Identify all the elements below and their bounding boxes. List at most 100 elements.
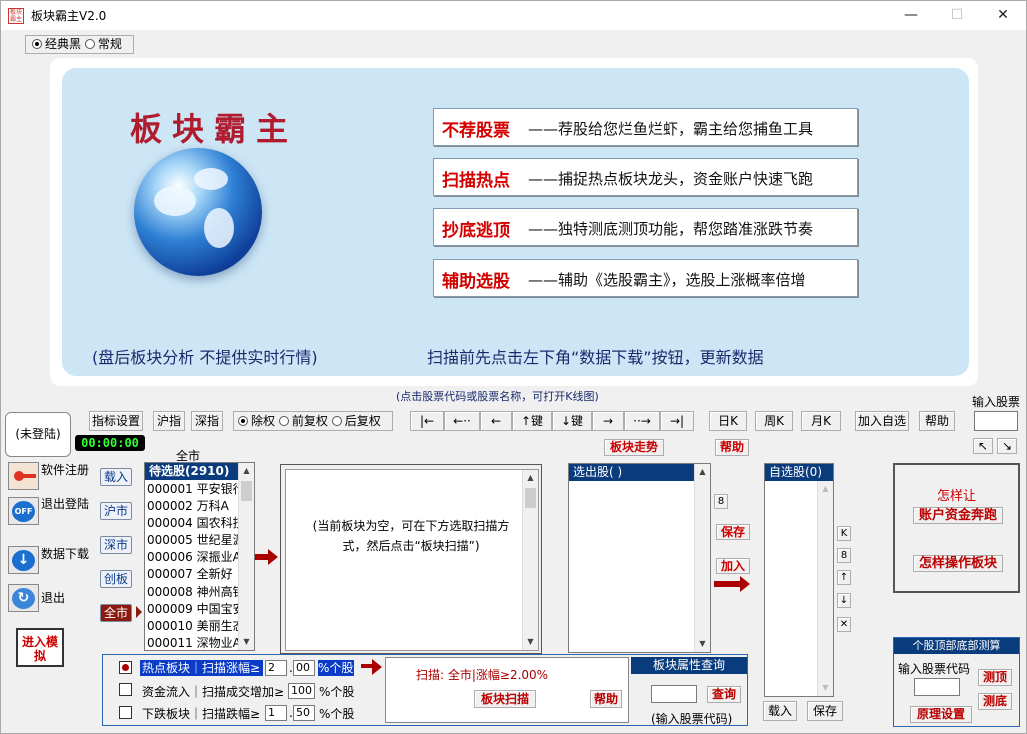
load-market-button[interactable]: 载入 [100, 468, 132, 486]
selected-side-button[interactable]: 8 [714, 494, 728, 509]
scroll-up-icon[interactable]: ▲ [818, 481, 833, 497]
scan-hot-int[interactable]: 2 [265, 660, 287, 676]
theme-option-normal[interactable]: 常规 [84, 37, 122, 51]
howto-panel: 怎样让 账户资金奔跑 怎样操作板块 [893, 463, 1020, 593]
help-button[interactable]: 帮助 [919, 411, 955, 431]
save-selected-button[interactable]: 保存 [716, 524, 750, 540]
minimize-button[interactable]: — [888, 1, 934, 30]
nav-forward-page-button[interactable]: ··→ [624, 411, 660, 431]
enter-sim-button[interactable]: 进入模拟 [16, 628, 64, 667]
watch-8-button[interactable]: 8 [837, 548, 851, 563]
sz-index-button[interactable]: 深指 [191, 411, 223, 431]
block-scrollbar[interactable]: ▲ ▼ [522, 470, 538, 650]
scroll-down-icon[interactable]: ▼ [523, 634, 538, 650]
slogan-2: 扫描热点 ——捕捉热点板块龙头，资金账户快速飞跑 [433, 158, 858, 196]
stock-code-input[interactable] [974, 411, 1018, 431]
scroll-up-icon[interactable]: ▲ [239, 463, 254, 479]
month-k-button[interactable]: 月K [801, 411, 841, 431]
maximize-button[interactable]: ☐ [934, 1, 980, 30]
scan-hot-checkbox[interactable] [119, 661, 132, 674]
adjust-option-backward[interactable]: 后复权 [331, 414, 381, 428]
register-button[interactable] [8, 462, 39, 490]
data-download-button[interactable]: ↓ [8, 546, 39, 574]
scroll-down-icon[interactable]: ▼ [818, 680, 833, 696]
scan-drop-int[interactable]: 1 [265, 705, 287, 721]
nav-first-button[interactable]: |← [410, 411, 444, 431]
operate-block-button[interactable]: 怎样操作板块 [913, 555, 1003, 572]
candidate-list-header: 待选股(2910) [145, 463, 238, 480]
nav-forward-button[interactable]: → [592, 411, 624, 431]
selected-scrollbar[interactable]: ▲ ▼ [694, 464, 710, 652]
block-scan-button[interactable]: 板块扫描 [474, 690, 536, 708]
add-selected-button[interactable]: 加入 [716, 558, 750, 574]
scroll-thumb[interactable] [241, 481, 252, 501]
nav-back-page-button[interactable]: ←·· [444, 411, 480, 431]
scroll-up-icon[interactable]: ▲ [523, 470, 538, 486]
arrow-right-icon [255, 549, 278, 565]
close-button[interactable]: ✕ [980, 1, 1026, 30]
candidate-row[interactable]: 000008 神州高铁 [145, 584, 245, 601]
watch-kline-button[interactable]: K [837, 526, 851, 541]
scan-help-button[interactable]: 帮助 [590, 690, 622, 708]
watch-up-button[interactable]: ↑ [837, 570, 851, 585]
scan-hot-dec[interactable]: 00 [293, 660, 315, 676]
sh-market-button[interactable]: 沪市 [100, 502, 132, 520]
candidate-row[interactable]: 000001 平安银行 [145, 481, 245, 498]
top-bottom-input[interactable] [914, 678, 960, 696]
howto-title: 怎样让 [936, 489, 976, 504]
measure-top-button[interactable]: 测顶 [978, 669, 1012, 686]
corner-up-button[interactable]: ↖ [973, 438, 993, 454]
sz-market-button[interactable]: 深市 [100, 536, 132, 554]
scan-flow-int[interactable]: 100 [288, 683, 315, 699]
account-run-button[interactable]: 账户资金奔跑 [913, 507, 1003, 524]
watch-down-button[interactable]: ↓ [837, 593, 851, 608]
logout-button[interactable]: OFF [8, 497, 39, 525]
candidate-row[interactable]: 000007 全新好 [145, 566, 238, 583]
nav-last-button[interactable]: →| [660, 411, 694, 431]
attr-query-input[interactable] [651, 685, 697, 703]
globe-land [194, 168, 228, 190]
active-market-arrow-icon [136, 606, 142, 618]
adjust-option-none[interactable]: 除权 [238, 414, 275, 428]
watch-save-button[interactable]: 保存 [807, 701, 843, 721]
indicator-settings-button[interactable]: 指标设置 [89, 411, 143, 431]
candidate-row[interactable]: 000011 深物业A [145, 635, 241, 650]
principle-settings-button[interactable]: 原理设置 [910, 706, 972, 723]
adjust-option-forward[interactable]: 前复权 [278, 414, 328, 428]
attr-query-button[interactable]: 查询 [707, 686, 741, 703]
candidate-row[interactable]: 000010 美丽生态 [145, 618, 245, 635]
scroll-up-icon[interactable]: ▲ [695, 464, 710, 480]
candidate-row[interactable]: 000004 国农科技 [145, 515, 245, 532]
scan-drop-checkbox[interactable] [119, 706, 132, 719]
attr-query-title: 板块属性查询 [631, 657, 747, 674]
all-market-button[interactable]: 全市 [100, 604, 132, 622]
scan-flow-checkbox[interactable] [119, 683, 132, 696]
scroll-down-icon[interactable]: ▼ [695, 636, 710, 652]
sh-index-button[interactable]: 沪指 [153, 411, 185, 431]
add-watch-button[interactable]: 加入自选 [855, 411, 909, 431]
exit-button[interactable]: ↻ [8, 584, 39, 612]
corner-down-button[interactable]: ↘ [997, 438, 1017, 454]
watch-delete-button[interactable]: ✕ [837, 617, 851, 632]
watch-load-button[interactable]: 载入 [763, 701, 797, 721]
candidate-row[interactable]: 000009 中国宝安 [145, 601, 245, 618]
candidate-scrollbar[interactable]: ▲ ▼ [238, 463, 254, 650]
week-k-button[interactable]: 周K [755, 411, 793, 431]
nav-back-button[interactable]: ← [480, 411, 512, 431]
watchlist-scrollbar[interactable]: ▲ ▼ [817, 481, 833, 696]
candidate-row[interactable]: 000006 深振业A [145, 549, 241, 566]
block-trend-button[interactable]: 板块走势 [604, 439, 664, 456]
watchlist-help-button[interactable]: 帮助 [715, 439, 749, 456]
theme-option-classic[interactable]: 经典黑 [32, 37, 81, 51]
scroll-thumb[interactable] [525, 488, 536, 508]
nav-up-key-button[interactable]: ↑键 [512, 411, 552, 431]
chinext-market-button[interactable]: 创板 [100, 570, 132, 588]
day-k-button[interactable]: 日K [709, 411, 747, 431]
scroll-down-icon[interactable]: ▼ [239, 634, 254, 650]
candidate-row[interactable]: 000005 世纪星源 [145, 532, 245, 549]
scan-drop-dec[interactable]: 50 [293, 705, 315, 721]
radio-icon [278, 416, 289, 426]
candidate-row[interactable]: 000002 万科A [145, 498, 238, 515]
measure-bottom-button[interactable]: 测底 [978, 693, 1012, 710]
nav-down-key-button[interactable]: ↓键 [552, 411, 592, 431]
